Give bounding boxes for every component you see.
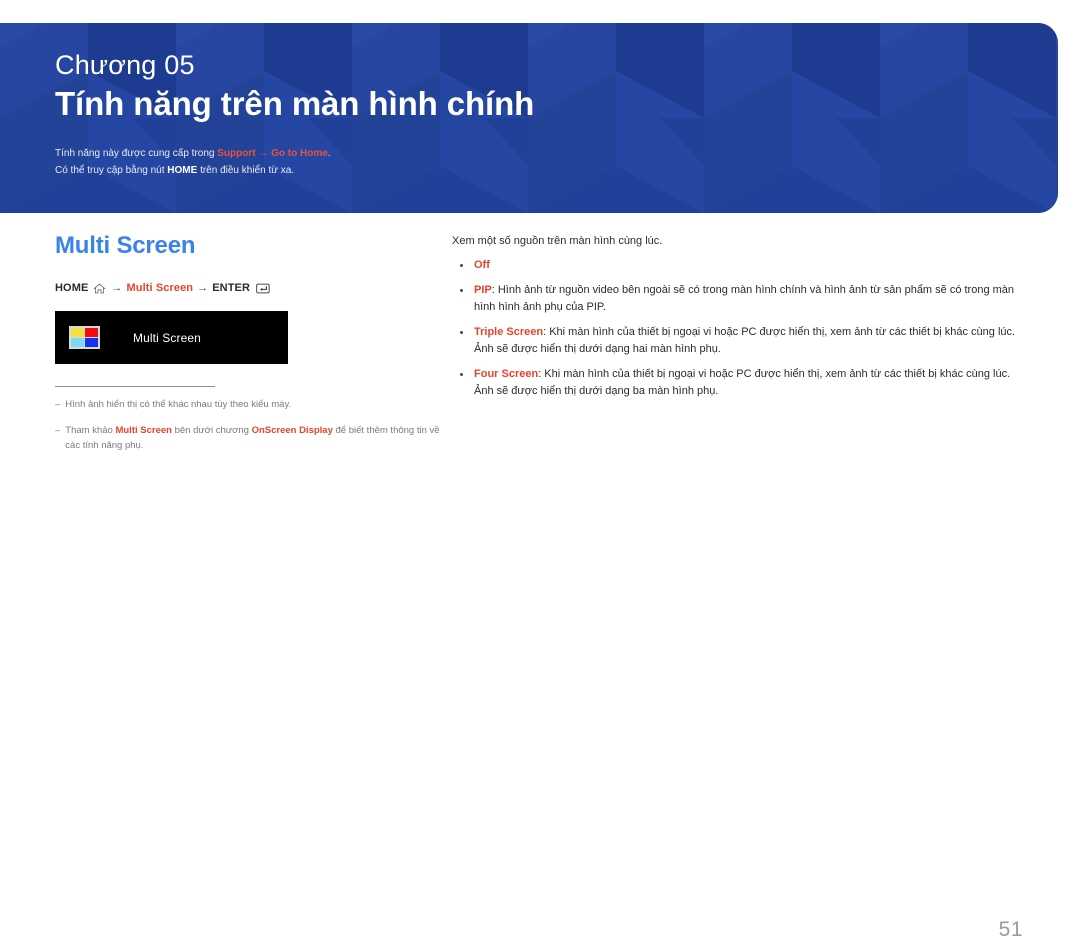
option-desc: : Hình ảnh từ nguồn video bên ngoài sẽ c… — [474, 283, 1015, 313]
option-desc: : Khi màn hình của thiết bị ngoại vi hoặ… — [474, 367, 1011, 397]
note-arrow-icon: → — [255, 147, 272, 159]
icon-quadrant-top-right — [85, 328, 98, 338]
footnote-divider — [55, 386, 215, 388]
osd-preview-box: Multi Screen — [55, 311, 288, 365]
multi-screen-icon — [69, 326, 100, 350]
page-number: 51 — [998, 918, 1023, 941]
footnote-text-part: bên dưới chương — [171, 425, 252, 437]
banner-note-line-1: Tính năng này được cung cấp trong Suppor… — [55, 145, 1058, 163]
page-title: Multi Screen — [55, 232, 196, 259]
option-term: PIP — [474, 283, 492, 296]
right-column: Xem một số nguồn trên màn hình cùng lúc.… — [452, 233, 1032, 408]
banner-note-1-text: Tính năng này được cung cấp trong — [55, 147, 218, 159]
home-icon — [93, 283, 107, 294]
page-content: Multi Screen HOME → Multi Screen → ENTER — [0, 213, 1080, 941]
footnote-item: ‒ Hình ảnh hiển thị có thể khác nhau tùy… — [55, 398, 445, 413]
menu-path-home: HOME — [55, 282, 89, 295]
banner-note-1-period: . — [327, 147, 331, 159]
menu-path-enter: ENTER — [212, 282, 251, 295]
menu-path-target: Multi Screen — [126, 282, 194, 295]
option-list: Off PIP: Hình ảnh từ nguồn video bên ngo… — [452, 257, 1032, 400]
option-term: Triple Screen — [474, 325, 544, 338]
support-link[interactable]: Support — [217, 148, 255, 159]
banner-note-line-2: Có thể truy cập bằng nút HOME trên điều … — [55, 162, 1058, 180]
list-item: Four Screen: Khi màn hình của thiết bị n… — [452, 366, 1032, 400]
osd-label: Multi Screen — [133, 330, 201, 345]
footnote-text: Hình ảnh hiển thị có thể khác nhau tùy t… — [65, 398, 291, 413]
option-desc: : Khi màn hình của thiết bị ngoại vi hoặ… — [474, 325, 1016, 355]
enter-key-icon — [256, 283, 270, 294]
icon-quadrant-bottom-right — [85, 338, 98, 348]
chapter-banner: Chương 05 Tính năng trên màn hình chính … — [0, 23, 1058, 213]
menu-path-arrow-2: → — [197, 282, 209, 295]
footnote-dash: ‒ — [55, 399, 61, 411]
list-item: Off — [452, 257, 1032, 274]
footnote-dash: ‒ — [55, 425, 61, 437]
footnote-text: Tham khảo Multi Screen bên dưới chương O… — [65, 424, 445, 453]
option-term: Four Screen — [474, 367, 539, 380]
footnote-item: ‒ Tham khảo Multi Screen bên dưới chương… — [55, 424, 445, 453]
home-button-label: HOME — [167, 165, 198, 177]
list-item: PIP: Hình ảnh từ nguồn video bên ngoài s… — [452, 282, 1032, 316]
icon-quadrant-top-left — [71, 328, 84, 338]
banner-notes: Tính năng này được cung cấp trong Suppor… — [55, 145, 1058, 180]
footnote-link-onscreen-display: OnScreen Display — [251, 425, 333, 437]
list-item: Triple Screen: Khi màn hình của thiết bị… — [452, 324, 1032, 358]
menu-path: HOME → Multi Screen → ENTER — [55, 282, 445, 294]
chapter-label: Chương 05 — [55, 50, 195, 80]
banner-note-2-pre: Có thể truy cập bằng nút — [55, 165, 168, 177]
chapter-title: Tính năng trên màn hình chính — [55, 84, 535, 122]
option-term: Off — [474, 258, 490, 271]
menu-path-arrow-1: → — [111, 282, 123, 295]
intro-text: Xem một số nguồn trên màn hình cùng lúc. — [452, 235, 663, 247]
icon-quadrant-bottom-left — [71, 338, 84, 348]
footnote-text-part: Tham khảo — [65, 425, 116, 437]
footnote-text-part: Hình ảnh hiển thị có thể khác nhau tùy t… — [65, 399, 292, 411]
footnote-link-multi-screen: Multi Screen — [115, 425, 172, 437]
banner-note-2-post: trên điều khiển từ xa. — [197, 165, 295, 177]
go-to-home-link[interactable]: Go to Home — [271, 148, 328, 159]
left-column: Multi Screen HOME → Multi Screen → ENTER — [55, 232, 445, 454]
